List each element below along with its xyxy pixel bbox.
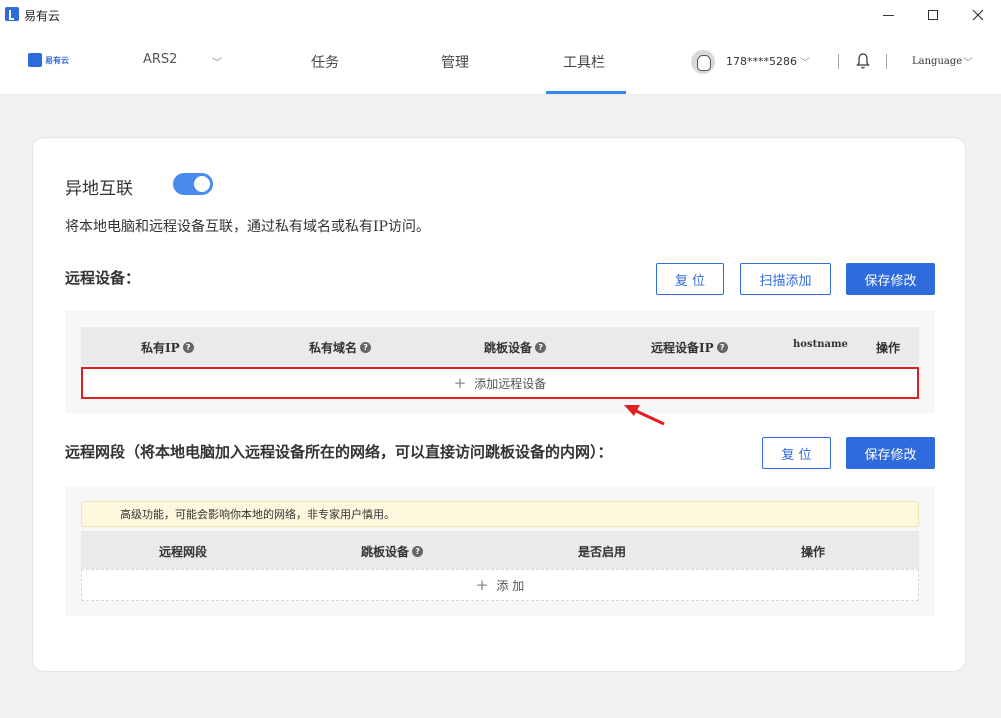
column-header-actions: 操作 bbox=[876, 341, 901, 355]
minimize-button[interactable] bbox=[865, 0, 911, 30]
plus-icon: + bbox=[475, 576, 489, 594]
table-header: 远程网段 跳板设备? 是否启用 操作 bbox=[81, 531, 919, 569]
brand-name: 易有云 bbox=[45, 55, 69, 65]
language-selector[interactable]: Language bbox=[912, 56, 962, 67]
device-selector[interactable]: ARS2 bbox=[143, 52, 177, 67]
reset-button[interactable]: 复 位 bbox=[656, 263, 724, 295]
avatar[interactable] bbox=[691, 50, 715, 74]
column-header-remote-ip: 远程设备IP? bbox=[651, 339, 728, 356]
remote-interconnect-card: 异地互联 将本地电脑和远程设备互联，通过私有域名或私有IP访问。 远程设备： 复… bbox=[32, 137, 966, 672]
brand-icon bbox=[28, 53, 42, 67]
column-label: 跳板设备 bbox=[361, 545, 410, 559]
column-label: 私有IP bbox=[141, 341, 180, 355]
brand-logo[interactable]: 易有云 bbox=[28, 53, 69, 67]
column-label: 远程设备IP bbox=[651, 341, 714, 355]
column-label: 私有域名 bbox=[309, 341, 358, 355]
tab-tasks[interactable]: 任务 bbox=[311, 52, 339, 72]
column-header-segment: 远程网段 bbox=[159, 545, 208, 559]
help-icon[interactable]: ? bbox=[182, 342, 194, 353]
table-header: 私有IP? 私有域名? 跳板设备? 远程设备IP? hostname 操作 bbox=[81, 327, 919, 365]
user-phone[interactable]: 178****5286 bbox=[726, 55, 797, 68]
chevron-down-icon[interactable]: ﹀ bbox=[963, 54, 973, 69]
close-button[interactable] bbox=[955, 0, 1001, 30]
column-header-hostname: hostname bbox=[793, 339, 848, 350]
remote-segments-title: 远程网段（将本地电脑加入远程设备所在的网络，可以直接访问跳板设备的内网）： bbox=[65, 443, 613, 461]
reset-button[interactable]: 复 位 bbox=[762, 437, 831, 469]
maximize-button[interactable] bbox=[910, 0, 956, 30]
plus-icon: + bbox=[453, 374, 467, 392]
remote-segments-panel: 高级功能，可能会影响你本地的网络，非专家用户慎用。 远程网段 跳板设备? 是否启… bbox=[65, 486, 935, 616]
remote-devices-title: 远程设备： bbox=[65, 269, 141, 287]
active-tab-indicator bbox=[546, 91, 626, 94]
feature-toggle[interactable] bbox=[173, 173, 213, 195]
help-icon[interactable]: ? bbox=[360, 342, 372, 353]
add-remote-device-button[interactable]: + 添加远程设备 bbox=[81, 367, 919, 399]
column-header-actions: 操作 bbox=[801, 545, 826, 559]
help-icon[interactable]: ? bbox=[535, 342, 547, 353]
column-header-private-ip: 私有IP? bbox=[141, 339, 194, 356]
title-bar: 易有云 bbox=[0, 0, 1001, 30]
maximize-icon bbox=[928, 10, 938, 20]
add-segment-label: 添 加 bbox=[496, 578, 525, 593]
app-logo-icon bbox=[5, 7, 19, 21]
save-button[interactable]: 保存修改 bbox=[846, 437, 935, 469]
warning-banner: 高级功能，可能会影响你本地的网络，非专家用户慎用。 bbox=[81, 501, 919, 527]
chevron-down-icon[interactable]: ﹀ bbox=[800, 54, 810, 69]
divider bbox=[886, 54, 887, 69]
column-header-jump-device: 跳板设备? bbox=[484, 339, 547, 356]
minimize-icon bbox=[882, 14, 894, 16]
save-button[interactable]: 保存修改 bbox=[846, 263, 935, 295]
tab-manage[interactable]: 管理 bbox=[441, 52, 469, 72]
annotation-arrow-icon bbox=[624, 405, 665, 426]
feature-title: 异地互联 bbox=[65, 179, 133, 199]
help-icon[interactable]: ? bbox=[412, 546, 424, 557]
add-remote-device-label: 添加远程设备 bbox=[474, 376, 547, 391]
remote-devices-panel: 私有IP? 私有域名? 跳板设备? 远程设备IP? hostname 操作 + … bbox=[65, 311, 935, 413]
help-icon[interactable]: ? bbox=[716, 342, 728, 353]
divider bbox=[838, 54, 839, 69]
feature-description: 将本地电脑和远程设备互联，通过私有域名或私有IP访问。 bbox=[65, 219, 430, 235]
close-icon bbox=[972, 9, 984, 21]
column-header-jump-device: 跳板设备? bbox=[361, 543, 424, 560]
chevron-down-icon[interactable]: ﹀ bbox=[212, 54, 222, 69]
tab-toolbar[interactable]: 工具栏 bbox=[563, 52, 605, 72]
add-segment-button[interactable]: + 添 加 bbox=[81, 569, 919, 601]
column-label: 跳板设备 bbox=[484, 341, 533, 355]
bell-icon[interactable] bbox=[855, 52, 871, 70]
column-header-private-domain: 私有域名? bbox=[309, 339, 372, 356]
column-header-enabled: 是否启用 bbox=[578, 545, 627, 559]
top-nav: 易有云 ARS2 ﹀ 任务 管理 工具栏 178****5286 ﹀ Langu… bbox=[0, 30, 1001, 95]
scan-add-button[interactable]: 扫描添加 bbox=[740, 263, 831, 295]
app-title: 易有云 bbox=[24, 9, 61, 23]
